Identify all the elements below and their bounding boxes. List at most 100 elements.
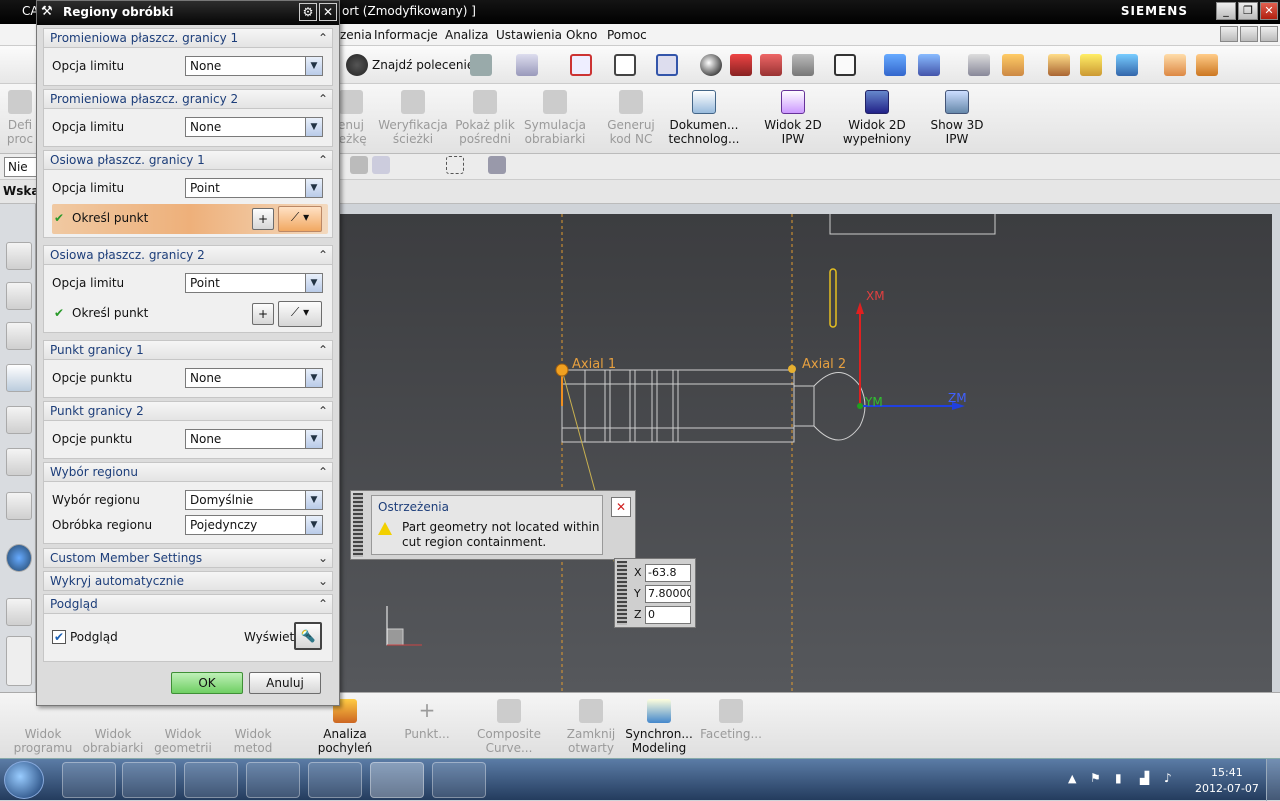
binoculars-icon[interactable] (346, 54, 368, 76)
app-flash-icon[interactable] (184, 762, 238, 798)
machine-navigator-icon[interactable] (6, 406, 32, 434)
point-icon[interactable] (1116, 54, 1138, 76)
move-object-icon[interactable] (884, 54, 906, 76)
ok-button[interactable]: OK (171, 672, 243, 694)
close-button[interactable]: ✕ (1260, 2, 1278, 20)
section-radial-boundary-1[interactable]: Promieniowa płaszcz. granicy 1 ⌃ (43, 28, 333, 48)
section-preview[interactable]: Podgląd ⌃ (43, 594, 333, 614)
cancel-button[interactable]: Anuluj (249, 672, 321, 694)
find-command-label[interactable]: Znajdź polecenie (372, 58, 474, 72)
doc-close-icon[interactable] (1260, 26, 1278, 42)
clock-date[interactable]: 2012-07-07 (1195, 782, 1259, 795)
nx-app-icon[interactable] (370, 762, 424, 798)
generate-nc-button[interactable]: Generuj kod NC (596, 88, 666, 150)
start-button-icon[interactable] (4, 761, 44, 799)
region-machining-select[interactable]: Pojedynczy ▼ (185, 515, 323, 535)
collapse-chevron-icon[interactable]: ⌃ (318, 595, 328, 613)
snap-icon[interactable] (1048, 54, 1070, 76)
expand-chevron-icon[interactable]: ⌄ (318, 549, 328, 567)
tray-volume-icon[interactable]: ♪ (1164, 771, 1172, 785)
show-desktop-button[interactable] (1266, 759, 1280, 801)
paint-icon[interactable] (432, 762, 486, 798)
shop-documentation-button[interactable]: Dokumen... technolog... (664, 88, 744, 150)
history-icon[interactable] (6, 598, 32, 626)
menu-item-okno[interactable]: Okno (566, 28, 597, 42)
minimize-button[interactable]: _ (1216, 2, 1236, 20)
layers-icon[interactable] (968, 54, 990, 76)
faceting-button[interactable]: Faceting... (696, 697, 766, 759)
collapse-chevron-icon[interactable]: ⌃ (318, 151, 328, 169)
ruler-icon[interactable] (1196, 54, 1218, 76)
operation-navigator-icon[interactable] (6, 364, 32, 392)
machine-view-button[interactable]: Widok obrabiarki (78, 697, 148, 759)
x-field[interactable]: -63.8 (645, 564, 691, 582)
point-option-select-1[interactable]: None ▼ (185, 368, 323, 388)
assembly-navigator-icon[interactable] (6, 282, 32, 310)
view-orient-icon[interactable] (614, 54, 636, 76)
view-2d-ipw-button[interactable]: Widok 2D IPW (758, 88, 828, 150)
define-process-button[interactable]: Defi proc (0, 88, 40, 150)
section-axial-boundary-1[interactable]: Osiowa płaszcz. granicy 1 ⌃ (43, 150, 333, 170)
section-boundary-point-1[interactable]: Punkt granicy 1 ⌃ (43, 340, 333, 360)
fit-view-icon[interactable] (570, 54, 592, 76)
measure-icon[interactable] (1164, 54, 1186, 76)
graphics-window[interactable]: Axial 1 Axial 2 XM YM ZM (340, 214, 1272, 692)
verify-path-button[interactable]: Weryfikacja ścieżki (378, 88, 448, 150)
z-field[interactable]: 0 (645, 606, 691, 624)
section-boundary-point-2[interactable]: Punkt granicy 2 ⌃ (43, 401, 333, 421)
collapse-chevron-icon[interactable]: ⌃ (318, 402, 328, 420)
tray-signal-icon[interactable]: ▟ (1140, 771, 1149, 785)
close-warning-icon[interactable]: ✕ (611, 497, 631, 517)
wireframe-cube-icon[interactable] (656, 54, 678, 76)
draft-analysis-button[interactable]: Analiza pochyleń (310, 697, 380, 759)
select-icon[interactable] (372, 156, 390, 174)
navigator-icon[interactable] (6, 242, 32, 270)
doc-minimize-icon[interactable] (1220, 26, 1238, 42)
synchronous-modeling-button[interactable]: Synchron... Modeling (624, 697, 694, 759)
point-option-select-2[interactable]: None ▼ (185, 429, 323, 449)
dialog-close-icon[interactable]: ✕ (319, 3, 337, 21)
filter-icon[interactable] (516, 54, 538, 76)
point-dialog-icon[interactable]: + (252, 208, 274, 230)
red-cube-icon[interactable] (730, 54, 752, 76)
wcs-icon[interactable] (1002, 54, 1024, 76)
geometry-view-button[interactable]: Widok geometrii (148, 697, 218, 759)
program-view-button[interactable]: Widok programu (8, 697, 78, 759)
section-radial-boundary-2[interactable]: Promieniowa płaszcz. granicy 2 ⌃ (43, 89, 333, 109)
tray-network-icon[interactable]: ▮ (1115, 771, 1122, 785)
gray-cube-icon[interactable] (792, 54, 814, 76)
scroll-arrows[interactable] (6, 636, 32, 686)
app-king-icon[interactable] (246, 762, 300, 798)
explorer-folder-icon[interactable] (308, 762, 362, 798)
clock-time[interactable]: 15:41 (1211, 766, 1243, 779)
expand-chevron-icon[interactable]: ⌄ (318, 572, 328, 590)
inferred-point-icon[interactable]: ⟋ ▾ (278, 301, 322, 327)
composite-curve-button[interactable]: Composite Curve... (474, 697, 544, 759)
background-color-icon[interactable] (834, 54, 856, 76)
region-selection-select[interactable]: Domyślnie ▼ (185, 490, 323, 510)
collapse-chevron-icon[interactable]: ⌃ (318, 90, 328, 108)
collapse-chevron-icon[interactable]: ⌃ (318, 246, 328, 264)
internet-explorer-icon[interactable] (62, 762, 116, 798)
limit-option-select-1[interactable]: None ▼ (185, 56, 323, 76)
tray-flag-icon[interactable]: ⚑ (1090, 771, 1101, 785)
menu-item-ustawienia[interactable]: Ustawienia (496, 28, 562, 42)
render-style-icon[interactable] (700, 54, 722, 76)
view-2d-filled-button[interactable]: Widok 2D wypełniony (838, 88, 916, 150)
collapse-chevron-icon[interactable]: ⌃ (318, 29, 328, 47)
point-dialog-icon[interactable]: + (252, 303, 274, 325)
doc-restore-icon[interactable] (1240, 26, 1258, 42)
select-arrow-icon[interactable] (470, 54, 492, 76)
dialog-settings-icon[interactable]: ⚙ (299, 3, 317, 21)
coord-grip-handle[interactable] (617, 561, 627, 625)
menu-item-zenia[interactable]: zenia (340, 28, 372, 42)
machine-simulation-button[interactable]: Symulacja obrabiarki (520, 88, 590, 150)
type-filter-select[interactable]: Nie w (4, 157, 38, 177)
info-window-icon[interactable] (6, 544, 32, 572)
limit-option-select-3[interactable]: Point ▼ (185, 178, 323, 198)
collapse-chevron-icon[interactable]: ⌃ (318, 341, 328, 359)
menu-item-informacje[interactable]: Informacje (374, 28, 438, 42)
filter-cube-icon[interactable] (488, 156, 506, 174)
show-3d-ipw-button[interactable]: Show 3D IPW (922, 88, 992, 150)
menu-item-pomoc[interactable]: Pomoc (607, 28, 647, 42)
